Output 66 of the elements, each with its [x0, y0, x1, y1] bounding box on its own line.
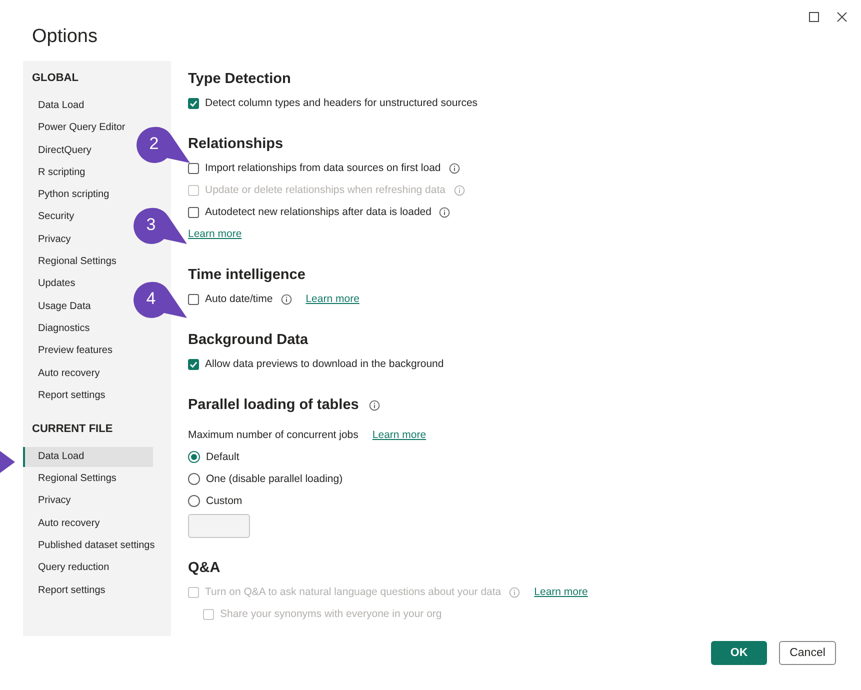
- sidebar-item[interactable]: Security: [23, 207, 74, 228]
- info-icon[interactable]: [368, 400, 380, 410]
- section-heading: Type Detection: [188, 71, 291, 87]
- sidebar-item[interactable]: Report settings: [23, 580, 106, 601]
- sidebar-heading: GLOBAL: [31, 71, 78, 86]
- sidebar-item[interactable]: Query reduction: [23, 558, 110, 578]
- checkbox-label: Allow data previews to download in the background: [205, 358, 444, 370]
- checkbox-label: Turn on Q&A to ask natural language questions about your data: [205, 586, 502, 598]
- close-icon: [837, 12, 847, 22]
- ok-button[interactable]: OK: [711, 641, 767, 665]
- checkbox-label: Share your synonyms with everyone in your org: [220, 608, 442, 620]
- checkbox-label: Auto date/time: [205, 293, 273, 305]
- sidebar-item[interactable]: Data Load: [23, 446, 153, 467]
- radio-button[interactable]: [188, 495, 200, 507]
- cancel-button[interactable]: Cancel: [779, 641, 836, 665]
- sidebar-item[interactable]: Data Load: [23, 96, 84, 116]
- sidebar-item[interactable]: Preview features: [23, 341, 112, 362]
- info-icon[interactable]: [448, 162, 460, 174]
- option-label: Maximum number of concurrent jobs: [188, 429, 358, 441]
- window-title: Options: [32, 26, 98, 48]
- checkbox[interactable]: [188, 162, 199, 174]
- radio-label: Custom: [206, 495, 242, 507]
- callout-number: 2: [148, 134, 160, 154]
- callout-number: 3: [145, 215, 157, 235]
- section-heading: Q&A: [188, 560, 220, 576]
- sidebar-item[interactable]: Published dataset settings: [23, 536, 155, 556]
- radio-button[interactable]: [188, 451, 200, 463]
- checkbox[interactable]: [188, 206, 199, 218]
- sidebar-item[interactable]: Report settings: [23, 386, 106, 406]
- radio-label: One (disable parallel loading): [206, 473, 343, 485]
- sidebar-item[interactable]: Power Query Editor: [23, 118, 126, 138]
- input-field[interactable]: [188, 514, 250, 538]
- checkbox-label: Autodetect new relationships after data is loaded: [205, 206, 432, 218]
- sidebar-item[interactable]: DirectQuery: [23, 140, 92, 161]
- checkbox[interactable]: [188, 358, 199, 370]
- learn-more-link[interactable]: Learn more: [306, 293, 360, 305]
- sidebar-item[interactable]: Privacy: [23, 230, 71, 250]
- maximize-icon: [809, 12, 819, 22]
- radio-label: Default: [206, 451, 240, 463]
- checkbox[interactable]: [188, 294, 199, 304]
- info-icon[interactable]: [280, 294, 292, 304]
- info-icon[interactable]: [439, 206, 450, 218]
- sidebar-item[interactable]: Diagnostics: [23, 318, 90, 339]
- checkbox[interactable]: [188, 98, 199, 108]
- checkbox-label: Import relationships from data sources on first load: [205, 162, 441, 174]
- sidebar-item[interactable]: Privacy: [23, 491, 71, 512]
- sidebar-item[interactable]: Regional Settings: [23, 252, 116, 272]
- sidebar-item[interactable]: Regional Settings: [23, 469, 116, 490]
- section-heading: Background Data: [188, 332, 308, 348]
- pointer-icon: [0, 451, 15, 473]
- learn-more-link[interactable]: Learn more: [372, 429, 426, 441]
- sidebar-item[interactable]: Updates: [23, 274, 76, 294]
- sidebar-item[interactable]: Auto recovery: [23, 514, 100, 534]
- checkbox-label: Detect column types and headers for unstructured sources: [205, 97, 478, 109]
- sidebar-heading: CURRENT FILE: [31, 422, 113, 437]
- section-heading: Parallel loading of tables: [188, 397, 359, 413]
- checkbox-label: Update or delete relationships when refreshing data: [205, 184, 446, 196]
- learn-more-link[interactable]: Learn more: [188, 228, 242, 240]
- sidebar-item[interactable]: Python scripting: [23, 185, 110, 206]
- section-heading: Relationships: [188, 136, 284, 152]
- section-heading: Time intelligence: [188, 267, 306, 283]
- sidebar-item[interactable]: R scripting: [23, 162, 86, 183]
- radio-button[interactable]: [188, 473, 200, 485]
- sidebar-item[interactable]: Usage Data: [23, 296, 91, 317]
- sidebar-item[interactable]: Auto recovery: [23, 364, 100, 384]
- callout-number: 4: [145, 289, 157, 309]
